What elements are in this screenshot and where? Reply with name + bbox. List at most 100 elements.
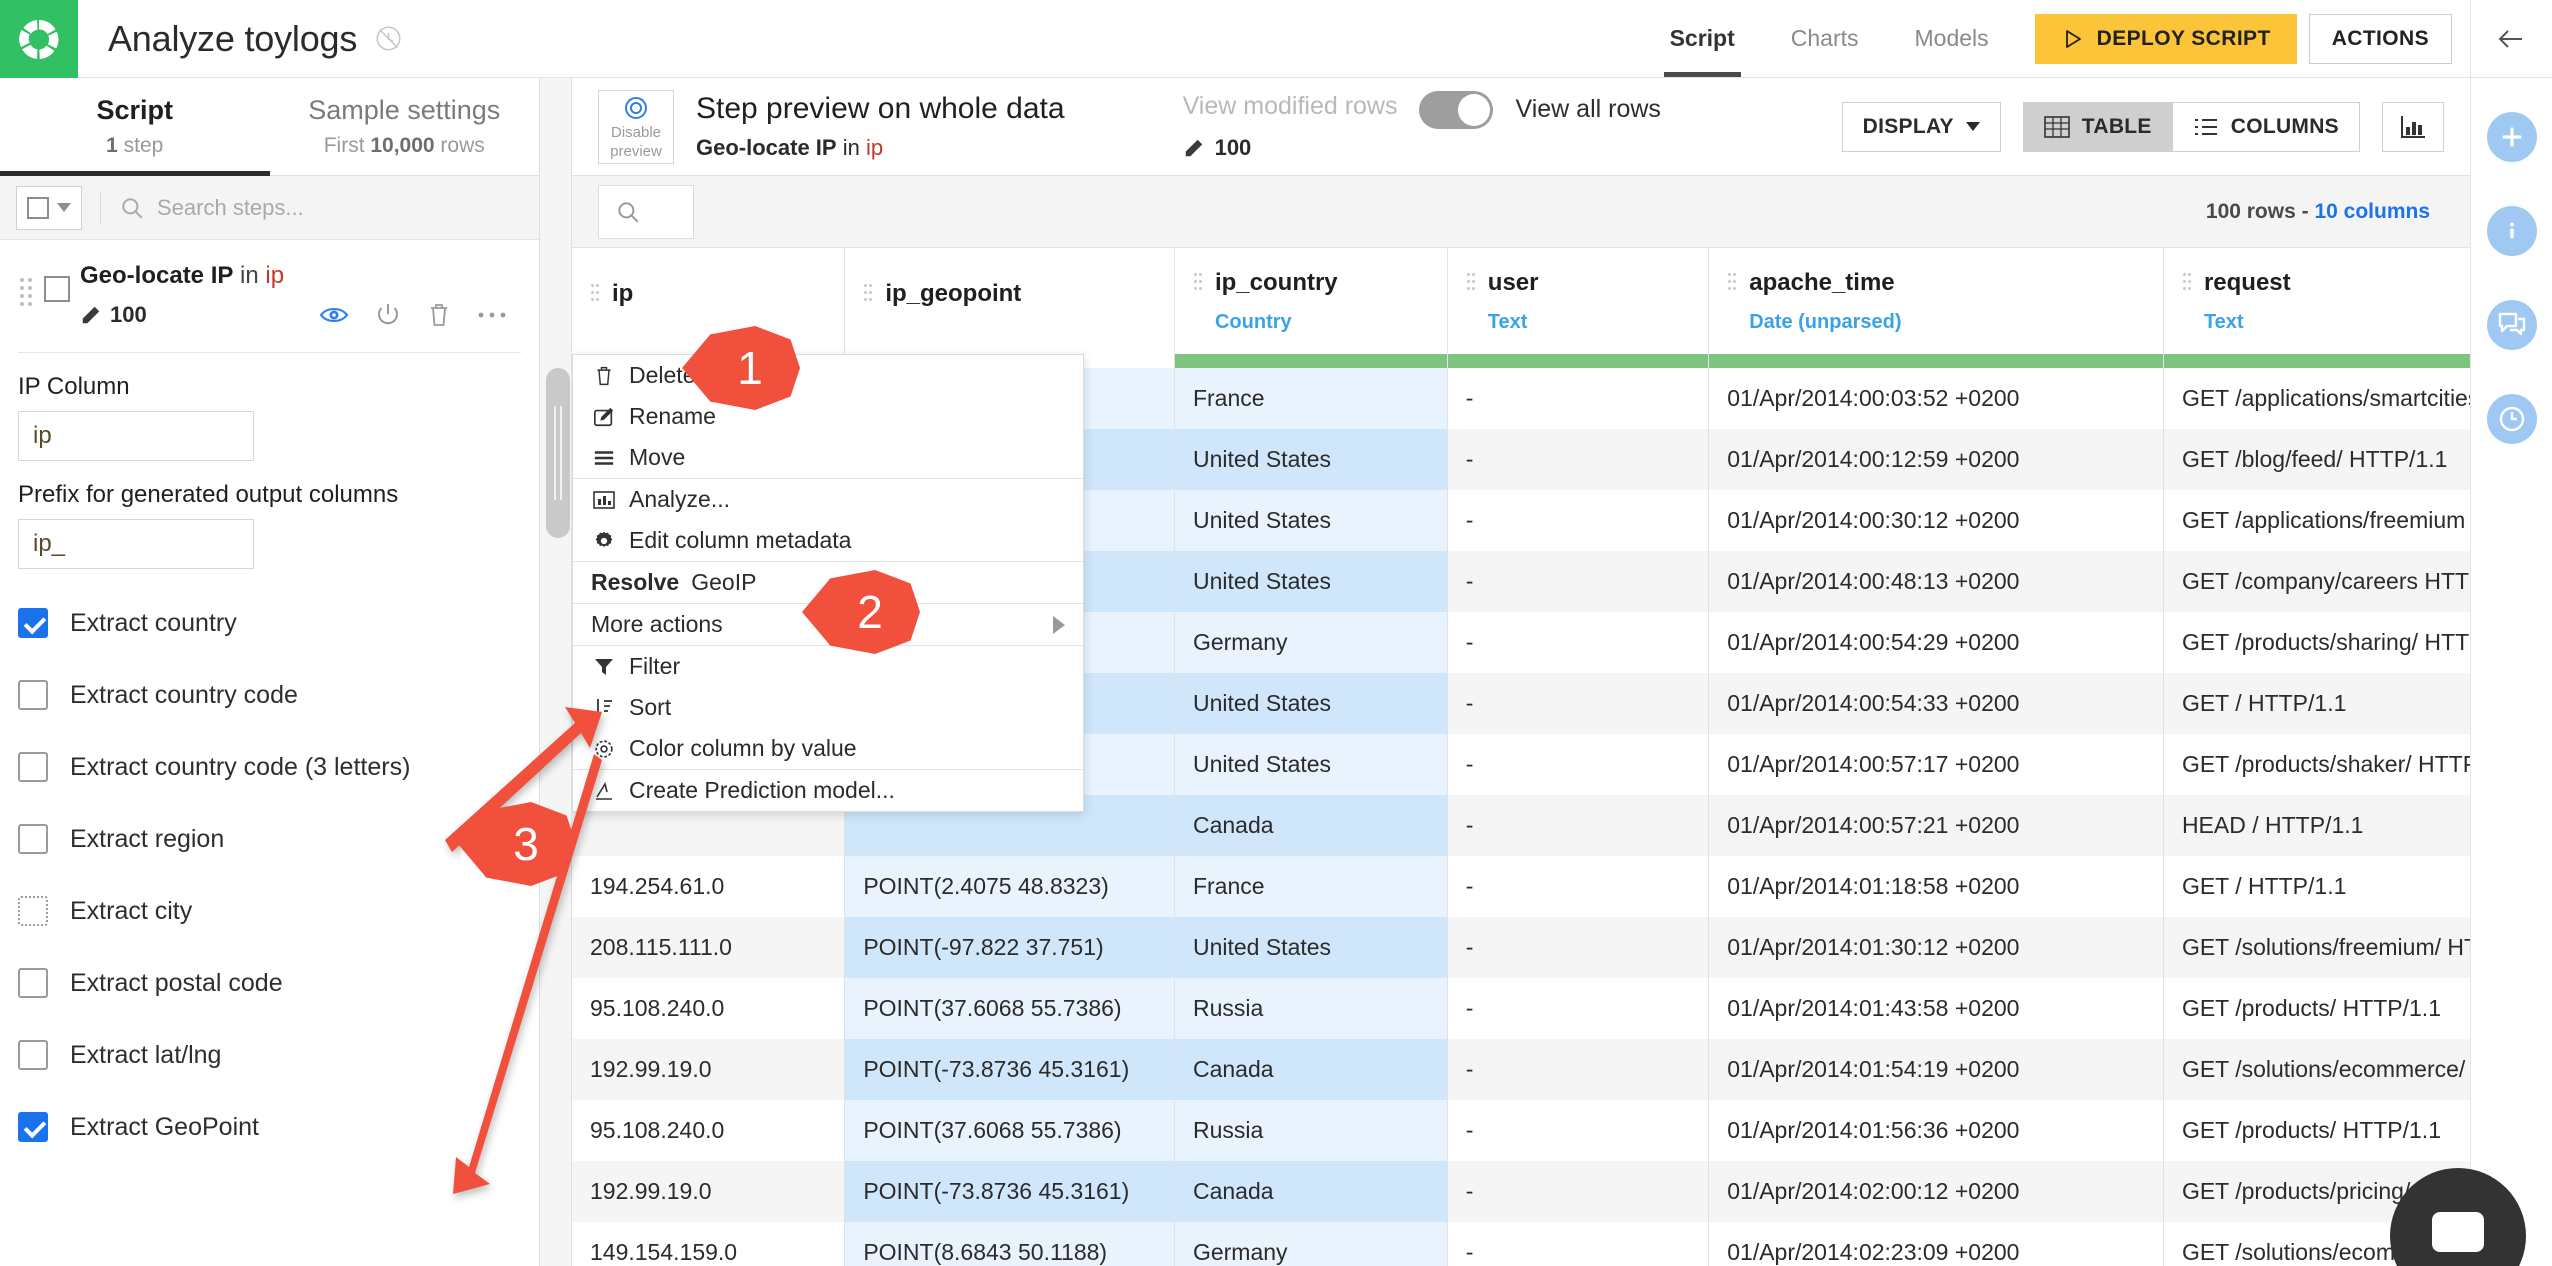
table-cell-apache_time[interactable]: 01/Apr/2014:01:43:58 +0200: [1708, 978, 2164, 1039]
table-row[interactable]: 95.108.240.0 POINT(37.6068 55.7386) Russia…: [572, 1100, 2470, 1161]
table-cell-user[interactable]: -: [1447, 856, 1710, 917]
table-cell-ip_country[interactable]: United States: [1174, 429, 1448, 490]
table-cell-apache_time[interactable]: 01/Apr/2014:01:30:12 +0200: [1708, 917, 2164, 978]
checkbox-extract-postal-code[interactable]: [18, 968, 48, 998]
table-cell-user[interactable]: -: [1447, 368, 1710, 429]
more-horizontal-icon[interactable]: [477, 310, 507, 320]
table-row[interactable]: 208.115.111.0 POINT(-97.822 37.751) United…: [572, 917, 2470, 978]
table-cell-ip_country[interactable]: Russia: [1174, 1100, 1448, 1161]
deploy-script-button[interactable]: DEPLOY SCRIPT: [2034, 14, 2297, 64]
table-cell-user[interactable]: -: [1447, 1222, 1710, 1266]
table-cell-request[interactable]: GET / HTTP/1.1: [2163, 856, 2470, 917]
columns-count-link[interactable]: 10 columns: [2314, 200, 2430, 223]
table-cell-ip_country[interactable]: United States: [1174, 551, 1448, 612]
table-cell-ip_country[interactable]: France: [1174, 856, 1448, 917]
table-cell-apache_time[interactable]: 01/Apr/2014:01:54:19 +0200: [1708, 1039, 2164, 1100]
tab-models[interactable]: Models: [1887, 0, 2017, 77]
table-cell-ip_geopoint[interactable]: POINT(37.6068 55.7386): [844, 1100, 1175, 1161]
table-cell-apache_time[interactable]: 01/Apr/2014:00:12:59 +0200: [1708, 429, 2164, 490]
search-steps-input[interactable]: [157, 194, 523, 221]
checkbox-extract-country[interactable]: [18, 608, 48, 638]
table-cell-request[interactable]: GET /applications/freemium HTTP/1.1: [2163, 490, 2470, 551]
column-header-user[interactable]: user Text: [1447, 248, 1710, 354]
table-cell-ip_country[interactable]: Germany: [1174, 612, 1448, 673]
trash-icon[interactable]: [427, 302, 451, 328]
table-cell-user[interactable]: -: [1447, 490, 1710, 551]
table-cell-ip_country[interactable]: Russia: [1174, 978, 1448, 1039]
table-cell-user[interactable]: -: [1447, 978, 1710, 1039]
checkbox-extract-city[interactable]: [18, 896, 48, 926]
table-cell-apache_time[interactable]: 01/Apr/2014:00:57:17 +0200: [1708, 734, 2164, 795]
table-view-button[interactable]: TABLE: [2022, 101, 2172, 152]
table-row[interactable]: 192.99.19.0 POINT(-73.8736 45.3161) Canada…: [572, 1161, 2470, 1222]
column-grip-icon[interactable]: [863, 282, 873, 306]
table-cell-ip_country[interactable]: United States: [1174, 673, 1448, 734]
arrow-left-icon[interactable]: [2470, 0, 2552, 77]
table-cell-user[interactable]: -: [1447, 673, 1710, 734]
column-grip-icon[interactable]: [1727, 271, 1737, 295]
table-cell-request[interactable]: GET /solutions/freemium/ HTTP/1.1: [2163, 917, 2470, 978]
resize-grip-icon[interactable]: [546, 368, 570, 538]
table-cell-ip_geopoint[interactable]: POINT(-73.8736 45.3161): [844, 1039, 1175, 1100]
table-cell-request[interactable]: GET /company/careers HTTP/1.1: [2163, 551, 2470, 612]
column-header-request[interactable]: request Text: [2163, 248, 2470, 354]
table-cell-ip_country[interactable]: United States: [1174, 917, 1448, 978]
table-cell-request[interactable]: GET /products/ HTTP/1.1: [2163, 978, 2470, 1039]
table-cell-ip_country[interactable]: United States: [1174, 734, 1448, 795]
table-row[interactable]: 149.154.159.0 POINT(8.6843 50.1188) German…: [572, 1222, 2470, 1266]
columns-view-button[interactable]: COLUMNS: [2171, 101, 2360, 152]
sidebar-tab-sample-settings[interactable]: Sample settings First 10,000 rows: [270, 78, 540, 175]
column-grip-icon[interactable]: [2182, 271, 2192, 295]
table-cell-user[interactable]: -: [1447, 1161, 1710, 1222]
checkbox-extract-region[interactable]: [18, 824, 48, 854]
table-cell-apache_time[interactable]: 01/Apr/2014:02:00:12 +0200: [1708, 1161, 2164, 1222]
table-cell-user[interactable]: -: [1447, 795, 1710, 856]
table-cell-user[interactable]: -: [1447, 1100, 1710, 1161]
table-cell-user[interactable]: -: [1447, 1039, 1710, 1100]
table-cell-request[interactable]: GET / HTTP/1.1: [2163, 673, 2470, 734]
history-clock-icon[interactable]: [2486, 394, 2537, 444]
view-rows-toggle[interactable]: [1419, 90, 1494, 129]
checkbox-extract-country-code[interactable]: [18, 680, 48, 710]
menu-item-delete[interactable]: Delete: [573, 355, 1083, 396]
table-cell-apache_time[interactable]: 01/Apr/2014:00:54:29 +0200: [1708, 612, 2164, 673]
actions-button[interactable]: ACTIONS: [2308, 14, 2452, 64]
chat-icon[interactable]: [2486, 300, 2537, 350]
menu-item-create-prediction-model[interactable]: Create Prediction model...: [573, 770, 1083, 811]
power-icon[interactable]: [375, 302, 401, 328]
eye-icon[interactable]: [319, 304, 349, 326]
sidebar-tab-script[interactable]: Script 1 step: [0, 78, 270, 176]
view-modified-rows-label[interactable]: View modified rows: [1183, 92, 1398, 121]
table-row[interactable]: 194.254.61.0 POINT(2.4075 48.8323) France -…: [572, 856, 2470, 917]
clock-history-icon[interactable]: [375, 25, 402, 52]
table-cell-request[interactable]: HEAD / HTTP/1.1: [2163, 795, 2470, 856]
column-grip-icon[interactable]: [1466, 271, 1476, 295]
table-cell-apache_time[interactable]: 01/Apr/2014:01:18:58 +0200: [1708, 856, 2164, 917]
table-cell-ip_geopoint[interactable]: POINT(2.4075 48.8323): [844, 856, 1175, 917]
menu-item-filter[interactable]: Filter: [573, 646, 1083, 687]
disable-preview-button[interactable]: Disable preview: [598, 89, 674, 164]
column-grip-icon[interactable]: [590, 282, 600, 306]
table-cell-ip_country[interactable]: Canada: [1174, 1161, 1448, 1222]
table-cell-user[interactable]: -: [1447, 917, 1710, 978]
chart-view-button[interactable]: [2382, 101, 2444, 152]
table-cell-apache_time[interactable]: 01/Apr/2014:01:56:36 +0200: [1708, 1100, 2164, 1161]
table-cell-request[interactable]: GET /products/ HTTP/1.1: [2163, 1100, 2470, 1161]
column-header-apache-time[interactable]: apache_time Date (unparsed): [1708, 248, 2164, 354]
info-icon[interactable]: [2486, 206, 2537, 256]
table-cell-request[interactable]: GET /solutions/ecommerce/ HTTP/1.1: [2163, 1039, 2470, 1100]
table-cell-apache_time[interactable]: 01/Apr/2014:00:48:13 +0200: [1708, 551, 2164, 612]
checkbox-extract-latlng[interactable]: [18, 1040, 48, 1070]
menu-item-move[interactable]: Move: [573, 437, 1083, 478]
table-cell-request[interactable]: GET /applications/smartcities HTTP/1.1: [2163, 368, 2470, 429]
tab-charts[interactable]: Charts: [1763, 0, 1887, 77]
ip-column-input[interactable]: [18, 411, 254, 461]
table-cell-user[interactable]: -: [1447, 551, 1710, 612]
table-cell-ip_country[interactable]: United States: [1174, 490, 1448, 551]
prefix-input[interactable]: [18, 519, 254, 569]
table-cell-ip_country[interactable]: Canada: [1174, 1039, 1448, 1100]
table-cell-ip_country[interactable]: Canada: [1174, 795, 1448, 856]
table-cell-request[interactable]: GET /blog/feed/ HTTP/1.1: [2163, 429, 2470, 490]
menu-item-color-column-by-value[interactable]: Color column by value: [573, 728, 1083, 769]
table-cell-ip_geopoint[interactable]: POINT(-97.822 37.751): [844, 917, 1175, 978]
